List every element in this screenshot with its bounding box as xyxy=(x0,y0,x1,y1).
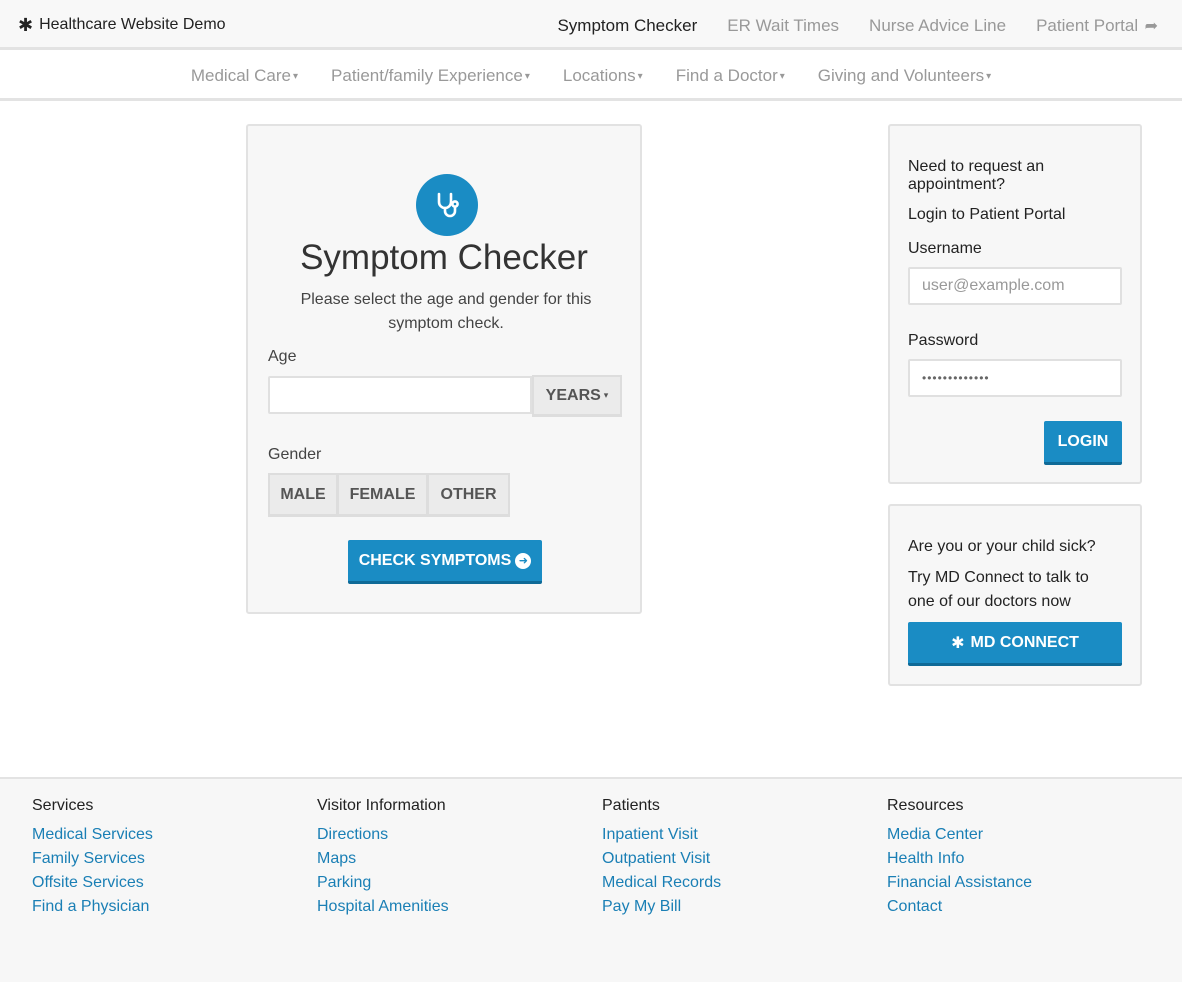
footer-link[interactable]: Directions xyxy=(317,823,449,847)
share-icon: ➦ xyxy=(1140,18,1158,35)
md-connect-label: MD CONNECT xyxy=(970,633,1079,651)
top-link-patient-portal[interactable]: Patient Portal ➦ xyxy=(1036,16,1158,36)
symptom-checker-subtitle: Please select the age and gender for thi… xyxy=(300,291,592,332)
footer-link[interactable]: Contact xyxy=(887,895,1032,919)
main-menu: Medical Care ▾ Patient/family Experience ▾… xyxy=(0,53,1182,101)
menu-find-a-doctor-label: Find a Doctor xyxy=(675,65,778,85)
footer-heading: Patients xyxy=(602,797,660,814)
login-button[interactable]: LOGIN xyxy=(1044,421,1122,465)
age-unit-label: YEARS xyxy=(545,386,601,404)
footer-link[interactable]: Hospital Amenities xyxy=(317,895,449,919)
footer-link[interactable]: Outpatient Visit xyxy=(602,847,721,871)
menu-giving-volunteers-label: Giving and Volunteers xyxy=(817,65,985,85)
footer-link[interactable]: Offsite Services xyxy=(32,871,153,895)
footer-heading: Visitor Information xyxy=(317,797,446,814)
menu-medical-care[interactable]: Medical Care ▾ xyxy=(191,66,298,86)
age-unit-dropdown[interactable]: YEARS ▾ xyxy=(532,375,622,417)
top-link-er-wait-times[interactable]: ER Wait Times xyxy=(727,16,839,36)
page-title: Symptom Checker xyxy=(300,238,588,277)
footer-heading: Resources xyxy=(887,797,964,814)
gender-female-button[interactable]: FEMALE xyxy=(338,473,428,517)
caret-down-icon: ▾ xyxy=(779,70,785,82)
footer-link[interactable]: Medical Services xyxy=(32,823,153,847)
stethoscope-icon xyxy=(416,174,478,236)
username-label: Username xyxy=(908,240,982,257)
caret-down-icon: ▾ xyxy=(293,70,299,82)
footer-link[interactable]: Family Services xyxy=(32,847,153,871)
caret-down-icon: ▾ xyxy=(524,70,530,82)
patient-portal-label: Patient Portal xyxy=(1036,16,1139,35)
age-input[interactable] xyxy=(268,376,532,414)
footer-column-visitor-information: Visitor Information Directions Maps Park… xyxy=(317,797,449,919)
password-field[interactable]: ••••••••••••• xyxy=(908,359,1122,397)
caret-down-icon: ▾ xyxy=(603,390,609,400)
check-symptoms-button[interactable]: CHECK SYMPTOMS ➜ xyxy=(348,540,542,584)
footer-link[interactable]: Medical Records xyxy=(602,871,721,895)
footer-link[interactable]: Find a Physician xyxy=(32,895,153,919)
md-connect-button[interactable]: ✱ MD CONNECT xyxy=(908,622,1122,666)
arrow-circle-right-icon: ➜ xyxy=(515,552,532,569)
gender-button-group: MALE FEMALE OTHER xyxy=(268,473,510,517)
menu-medical-care-label: Medical Care xyxy=(190,65,291,85)
menu-giving-volunteers[interactable]: Giving and Volunteers ▾ xyxy=(818,66,991,86)
age-label: Age xyxy=(268,348,297,365)
portal-login-text: Login to Patient Portal xyxy=(908,206,1066,223)
brand-title: Healthcare Website Demo xyxy=(39,16,226,33)
footer-link[interactable]: Inpatient Visit xyxy=(602,823,721,847)
password-value: ••••••••••••• xyxy=(922,371,990,385)
footer-column-patients: Patients Inpatient Visit Outpatient Visi… xyxy=(602,797,721,919)
top-navbar: ✱ Healthcare Website Demo Symptom Checke… xyxy=(0,0,1182,50)
password-label: Password xyxy=(908,332,979,349)
md-connect-question: Are you or your child sick? xyxy=(908,538,1096,555)
gender-other-button[interactable]: OTHER xyxy=(428,473,510,517)
asterisk-icon: ✱ xyxy=(18,15,34,35)
menu-find-a-doctor[interactable]: Find a Doctor ▾ xyxy=(676,66,785,86)
caret-down-icon: ▾ xyxy=(986,70,992,82)
menu-patient-family-experience-label: Patient/family Experience xyxy=(331,65,523,85)
symptom-checker-card: Symptom Checker Please select the age an… xyxy=(246,124,642,614)
footer-heading: Services xyxy=(32,797,94,814)
md-connect-card: Are you or your child sick? Try MD Conne… xyxy=(888,504,1142,686)
footer-column-services: Services Medical Services Family Service… xyxy=(32,797,153,919)
username-field[interactable]: user@example.com xyxy=(908,267,1122,305)
menu-locations-label: Locations xyxy=(562,65,636,85)
top-link-symptom-checker[interactable]: Symptom Checker xyxy=(557,16,697,36)
brand[interactable]: ✱ Healthcare Website Demo xyxy=(18,16,226,34)
footer-link[interactable]: Financial Assistance xyxy=(887,871,1032,895)
menu-patient-family-experience[interactable]: Patient/family Experience ▾ xyxy=(331,66,530,86)
gender-male-button[interactable]: MALE xyxy=(268,473,338,517)
md-connect-text: Try MD Connect to talk to one of our doc… xyxy=(908,569,1089,610)
check-symptoms-label: CHECK SYMPTOMS xyxy=(358,551,512,569)
footer-link[interactable]: Parking xyxy=(317,871,449,895)
username-placeholder: user@example.com xyxy=(922,277,1065,294)
footer-link[interactable]: Health Info xyxy=(887,847,1032,871)
footer-link[interactable]: Pay My Bill xyxy=(602,895,721,919)
appointment-question: Need to request an appointment? xyxy=(908,158,1045,193)
footer-link[interactable]: Media Center xyxy=(887,823,1032,847)
footer: Services Medical Services Family Service… xyxy=(0,777,1182,982)
gender-label: Gender xyxy=(268,446,322,463)
top-link-nurse-advice-line[interactable]: Nurse Advice Line xyxy=(869,16,1006,36)
caret-down-icon: ▾ xyxy=(637,70,643,82)
top-links: Symptom Checker ER Wait Times Nurse Advi… xyxy=(557,16,1158,36)
footer-column-resources: Resources Media Center Health Info Finan… xyxy=(887,797,1032,919)
login-card: Need to request an appointment? Login to… xyxy=(888,124,1142,484)
asterisk-icon: ✱ xyxy=(951,634,965,652)
menu-locations[interactable]: Locations ▾ xyxy=(563,66,643,86)
footer-link[interactable]: Maps xyxy=(317,847,449,871)
